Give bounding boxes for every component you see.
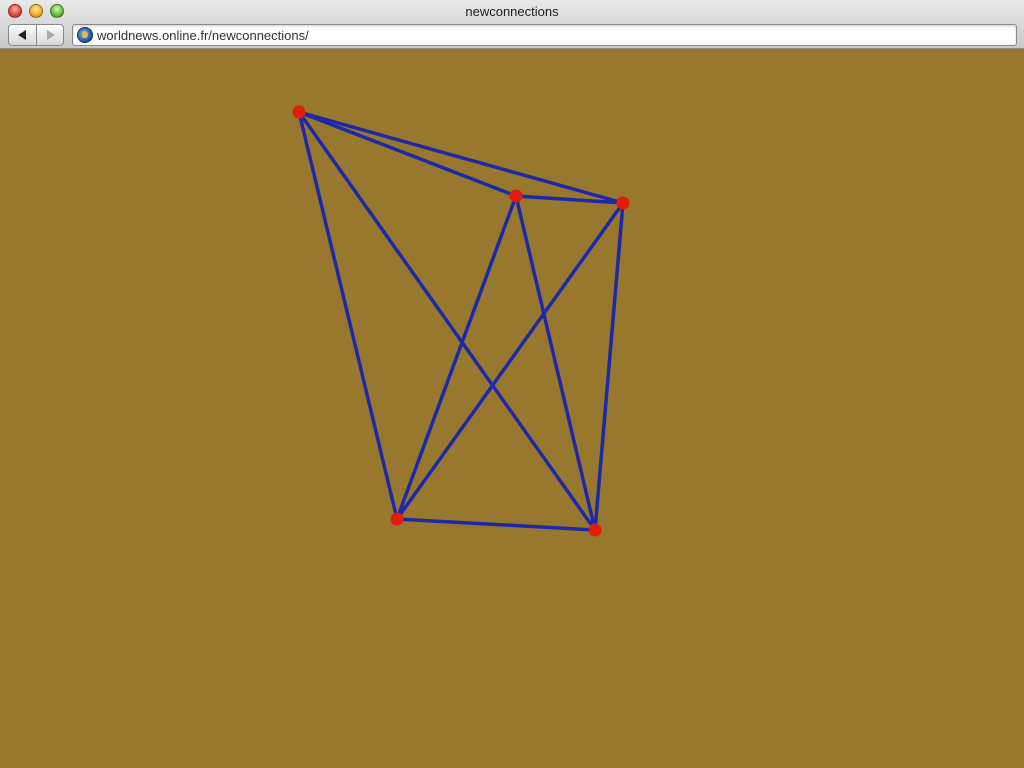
node-e[interactable] [588, 523, 602, 537]
forward-button[interactable] [35, 25, 63, 45]
back-arrow-icon [18, 30, 26, 40]
edge-c-d [395, 201, 625, 521]
browser-chrome: newconnections worldnews.online.fr/newco… [0, 0, 1024, 49]
edge-c-e [593, 201, 625, 532]
url-text: worldnews.online.fr/newconnections/ [97, 28, 309, 43]
edge-d-e [395, 517, 597, 532]
graph-board[interactable] [0, 49, 1024, 768]
edge-a-d [297, 110, 399, 521]
globe-icon [77, 27, 93, 43]
node-b[interactable] [509, 189, 523, 203]
node-a[interactable] [292, 105, 306, 119]
nodes-layer [292, 105, 630, 537]
navigation-buttons [8, 24, 64, 46]
game-canvas[interactable] [0, 49, 1024, 768]
window-title: newconnections [465, 4, 559, 19]
address-bar[interactable]: worldnews.online.fr/newconnections/ [72, 24, 1017, 46]
edge-a-e [297, 110, 597, 532]
edge-a-b [297, 110, 518, 198]
forward-arrow-icon [46, 30, 55, 40]
edge-a-c [297, 110, 625, 205]
title-bar: newconnections [0, 0, 1024, 22]
back-button[interactable] [9, 25, 36, 45]
node-c[interactable] [616, 196, 630, 210]
edges-layer [297, 110, 625, 532]
edge-b-e [514, 194, 597, 532]
toolbar: worldnews.online.fr/newconnections/ [0, 23, 1024, 49]
node-d[interactable] [390, 512, 404, 526]
edge-b-d [395, 194, 518, 521]
